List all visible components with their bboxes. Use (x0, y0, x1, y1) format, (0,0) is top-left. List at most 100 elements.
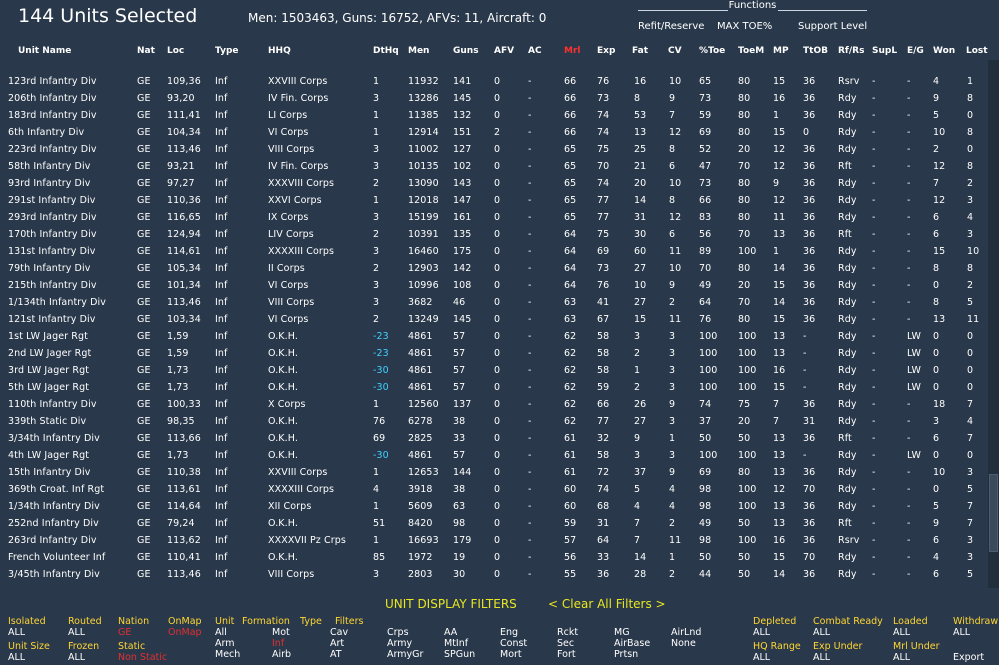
filter-option-none[interactable]: None (671, 638, 696, 649)
isolated-filter-value[interactable]: ALL (8, 627, 25, 638)
column-header-loc[interactable]: Loc (167, 46, 184, 56)
filter-option-art[interactable]: Art (330, 638, 344, 649)
column-header-mp[interactable]: MP (773, 46, 789, 56)
unit-size-filter-value[interactable]: ALL (8, 652, 25, 663)
hq-range-filter-value[interactable]: ALL (753, 652, 770, 663)
cell-unit-name[interactable]: 215th Infantry Div (8, 280, 97, 291)
depleted-filter-value[interactable]: ALL (753, 627, 770, 638)
cell-unit-name[interactable]: 6th Infantry Div (8, 127, 84, 138)
filter-option-mtinf[interactable]: MtInf (444, 638, 468, 649)
table-row[interactable]: 4th LW Jager Rgt GE 1,73 Inf O.K.H. -30 4861 57… (0, 448, 988, 465)
table-row[interactable]: 58th Infantry Div GE 93,21 Inf IV Fin. Corps… (0, 159, 988, 176)
table-row[interactable]: 3/45th Infantry Div GE 113,46 Inf VIII Corps… (0, 567, 988, 584)
column-header-toe-max[interactable]: ToeM (738, 46, 764, 56)
filter-option-airlnd[interactable]: AirLnd (671, 627, 701, 638)
exp-under-filter-value[interactable]: ALL (813, 652, 830, 663)
cell-unit-name[interactable]: 79th Infantry Div (8, 263, 90, 274)
cell-unit-name[interactable]: 123rd Infantry Div (8, 76, 97, 87)
table-row[interactable]: 121st Infantry Div GE 103,34 Inf VI Corps 2 13… (0, 312, 988, 329)
cell-unit-name[interactable]: 93rd Infantry Div (8, 178, 90, 189)
column-header-nat[interactable]: Nat (137, 46, 155, 56)
table-row[interactable]: 291st Infantry Div GE 110,36 Inf XXVI Corps 1… (0, 193, 988, 210)
filter-option-mech[interactable]: Mech (215, 649, 240, 660)
table-row[interactable]: 170th Infantry Div GE 124,94 Inf LIV Corps 2 1… (0, 227, 988, 244)
cell-unit-name[interactable]: 15th Infantry Div (8, 467, 90, 478)
filter-option-mot[interactable]: Mot (272, 627, 290, 638)
column-header-toe-pct[interactable]: %Toe (699, 46, 725, 56)
table-row[interactable]: 183rd Infantry Div GE 111,41 Inf LI Corps 1 11… (0, 108, 988, 125)
cell-unit-name[interactable]: 3/34th Infantry Div (8, 433, 100, 444)
cell-unit-name[interactable]: 2nd LW Jager Rgt (8, 348, 91, 359)
export-button[interactable]: Export (953, 652, 984, 663)
table-row[interactable]: 215th Infantry Div GE 101,34 Inf VI Corps 3 10… (0, 278, 988, 295)
table-row[interactable]: 263rd Infantry Div GE 113,62 Inf XXXXVII Pz … (0, 533, 988, 550)
column-header-guns[interactable]: Guns (453, 46, 479, 56)
column-header-rf-rs[interactable]: Rf/Rs (838, 46, 864, 56)
column-header-dthq[interactable]: DtHq (373, 46, 399, 56)
cell-unit-name[interactable]: 121st Infantry Div (8, 314, 96, 325)
filter-option-eng[interactable]: Eng (500, 627, 518, 638)
cell-unit-name[interactable]: 3rd LW Jager Rgt (8, 365, 89, 376)
table-row[interactable]: 206th Infantry Div GE 93,20 Inf IV Fin. Corp… (0, 91, 988, 108)
table-row[interactable]: 1st LW Jager Rgt GE 1,59 Inf O.K.H. -23 4861 57… (0, 329, 988, 346)
withdraw-filter-value[interactable]: ALL (953, 627, 970, 638)
cell-unit-name[interactable]: French Volunteer Inf (8, 552, 105, 563)
filter-option-airb[interactable]: Airb (272, 649, 291, 660)
column-header-ac[interactable]: AC (528, 46, 542, 56)
clear-all-filters-button[interactable]: < Clear All Filters > (548, 597, 666, 611)
filter-option-prtsn[interactable]: Prtsn (614, 649, 638, 660)
table-row[interactable]: 79th Infantry Div GE 105,34 Inf II Corps 2 129… (0, 261, 988, 278)
scrollbar-thumb[interactable] (989, 474, 998, 552)
column-header-won[interactable]: Won (933, 46, 955, 56)
filter-option-airbase[interactable]: AirBase (614, 638, 650, 649)
table-row[interactable]: French Volunteer Inf GE 110,41 Inf O.K.H. 85 1… (0, 550, 988, 567)
cell-unit-name[interactable]: 263rd Infantry Div (8, 535, 97, 546)
cell-unit-name[interactable]: 110th Infantry Div (8, 399, 97, 410)
onmap-filter-value[interactable]: OnMap (168, 627, 202, 638)
cell-unit-name[interactable]: 223rd Infantry Div (8, 144, 97, 155)
cell-unit-name[interactable]: 206th Infantry Div (8, 93, 97, 104)
column-header-afv[interactable]: AFV (494, 46, 514, 56)
cell-unit-name[interactable]: 369th Croat. Inf Rgt (8, 484, 104, 495)
cell-unit-name[interactable]: 3/45th Infantry Div (8, 569, 100, 580)
table-scrollbar[interactable] (988, 60, 999, 588)
mrl-under-filter-value[interactable]: ALL (893, 652, 910, 663)
cell-unit-name[interactable]: 1st LW Jager Rgt (8, 331, 88, 342)
column-header-type[interactable]: Type (215, 46, 238, 56)
column-header-lost[interactable]: Lost (966, 46, 988, 56)
cell-unit-name[interactable]: 291st Infantry Div (8, 195, 96, 206)
table-row[interactable]: 293rd Infantry Div GE 116,65 Inf IX Corps 3 15… (0, 210, 988, 227)
column-header-ttob[interactable]: TtOB (803, 46, 828, 56)
cell-unit-name[interactable]: 252nd Infantry Div (8, 518, 99, 529)
table-row[interactable]: 339th Static Div GE 98,35 Inf O.K.H. 76 6278 38… (0, 414, 988, 431)
cell-unit-name[interactable]: 293rd Infantry Div (8, 212, 97, 223)
table-row[interactable]: 15th Infantry Div GE 110,38 Inf XXVIII Corps… (0, 465, 988, 482)
column-header-eg[interactable]: E/G (907, 46, 924, 56)
combat-ready-filter-value[interactable]: ALL (813, 627, 830, 638)
cell-unit-name[interactable]: 1/34th Infantry Div (8, 501, 100, 512)
cell-unit-name[interactable]: 131st Infantry Div (8, 246, 96, 257)
table-row[interactable]: 123rd Infantry Div GE 109,36 Inf XXVIII Corp… (0, 74, 988, 91)
table-row[interactable]: 2nd LW Jager Rgt GE 1,59 Inf O.K.H. -23 4861 57… (0, 346, 988, 363)
filter-option-cav[interactable]: Cav (330, 627, 348, 638)
table-row[interactable]: 110th Infantry Div GE 100,33 Inf X Corps 1 125… (0, 397, 988, 414)
cell-unit-name[interactable]: 339th Static Div (8, 416, 86, 427)
frozen-filter-value[interactable]: ALL (68, 652, 85, 663)
table-row[interactable]: 3/34th Infantry Div GE 113,66 Inf O.K.H. 69 28… (0, 431, 988, 448)
column-header-fat[interactable]: Fat (632, 46, 648, 56)
cell-unit-name[interactable]: 183rd Infantry Div (8, 110, 97, 121)
column-header-men[interactable]: Men (408, 46, 429, 56)
filter-option-all[interactable]: All (215, 627, 227, 638)
nation-filter-value[interactable]: GE (118, 627, 131, 638)
column-header-hhq[interactable]: HHQ (268, 46, 291, 56)
filter-option-sec[interactable]: Sec (557, 638, 574, 649)
column-header-cv[interactable]: CV (668, 46, 682, 56)
filter-option-at[interactable]: AT (330, 649, 342, 660)
loaded-filter-value[interactable]: ALL (893, 627, 910, 638)
table-row[interactable]: 369th Croat. Inf Rgt GE 113,61 Inf XXXXIII C… (0, 482, 988, 499)
filter-option-rckt[interactable]: Rckt (557, 627, 578, 638)
table-row[interactable]: 6th Infantry Div GE 104,34 Inf VI Corps 1 1291… (0, 125, 988, 142)
cell-unit-name[interactable]: 1/134th Infantry Div (8, 297, 106, 308)
filter-option-mg[interactable]: MG (614, 627, 630, 638)
cell-unit-name[interactable]: 58th Infantry Div (8, 161, 90, 172)
